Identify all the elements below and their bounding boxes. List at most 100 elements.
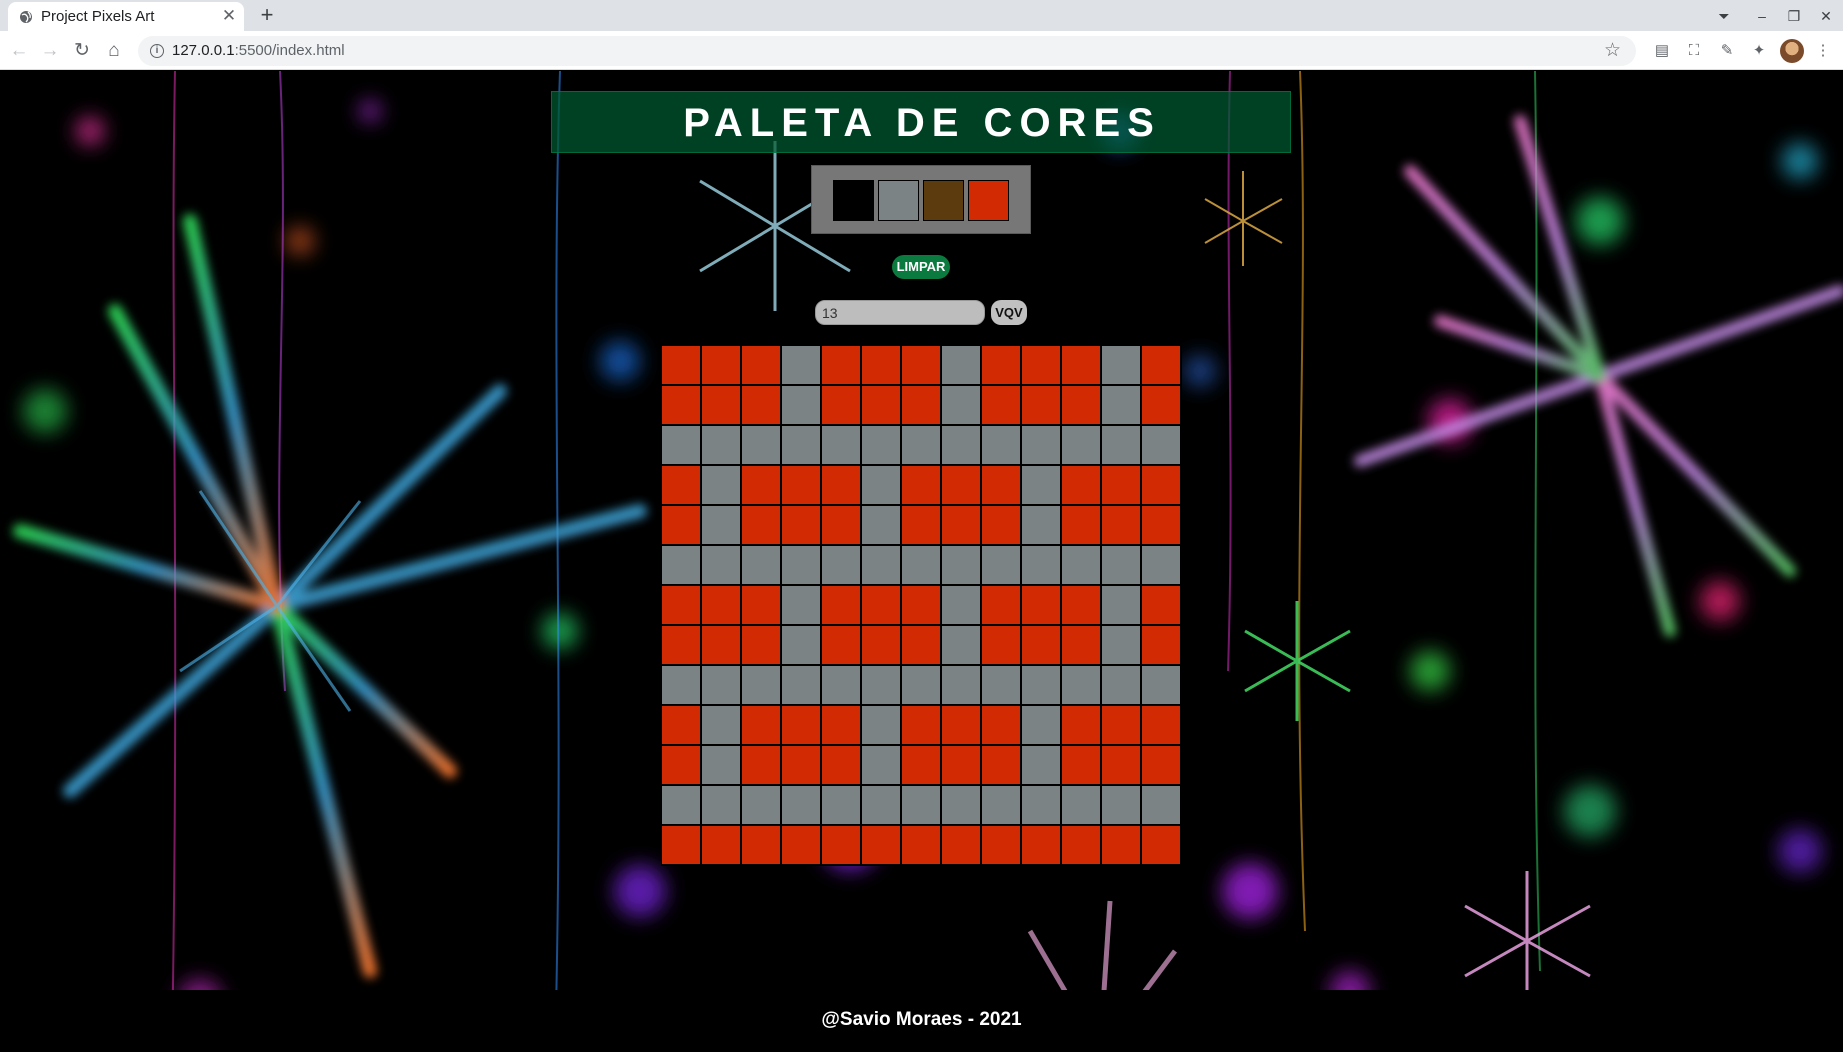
pixel[interactable] — [901, 465, 941, 505]
pixel[interactable] — [1141, 425, 1181, 465]
pixel[interactable] — [901, 625, 941, 665]
board-size-input[interactable] — [815, 300, 985, 325]
pixel[interactable] — [1021, 345, 1061, 385]
restore-icon[interactable]: ❐ — [1783, 5, 1805, 27]
pixel[interactable] — [1061, 825, 1101, 865]
pixel[interactable] — [781, 425, 821, 465]
pixel[interactable] — [1141, 745, 1181, 785]
pixel[interactable] — [741, 585, 781, 625]
pixel[interactable] — [861, 705, 901, 745]
pixel[interactable] — [1061, 585, 1101, 625]
pixel[interactable] — [821, 625, 861, 665]
pixel[interactable] — [781, 785, 821, 825]
pixel[interactable] — [941, 785, 981, 825]
minimize-icon[interactable]: – — [1751, 5, 1773, 27]
pixel[interactable] — [781, 745, 821, 785]
pixel[interactable] — [661, 545, 701, 585]
pixel[interactable] — [701, 505, 741, 545]
pixel[interactable] — [1101, 385, 1141, 425]
pixel[interactable] — [1061, 785, 1101, 825]
pixel[interactable] — [941, 385, 981, 425]
pixel[interactable] — [661, 425, 701, 465]
pixel[interactable] — [901, 665, 941, 705]
pixel[interactable] — [1101, 745, 1141, 785]
pixel[interactable] — [741, 705, 781, 745]
bookmark-star-icon[interactable]: ☆ — [1604, 39, 1621, 62]
pixel[interactable] — [861, 585, 901, 625]
pixel[interactable] — [1021, 785, 1061, 825]
pixel[interactable] — [901, 585, 941, 625]
address-bar[interactable]: i 127.0.0.1:5500/index.html ☆ — [138, 36, 1636, 66]
profile-avatar[interactable] — [1780, 39, 1804, 63]
pixel[interactable] — [701, 425, 741, 465]
pixel[interactable] — [901, 385, 941, 425]
pixel[interactable] — [741, 745, 781, 785]
pixel[interactable] — [1021, 585, 1061, 625]
pixel[interactable] — [941, 705, 981, 745]
pixel[interactable] — [701, 585, 741, 625]
tab-search-icon[interactable]: ⏷ — [1713, 5, 1735, 27]
browser-tab[interactable]: Project Pixels Art ✕ — [8, 2, 244, 31]
pixel[interactable] — [1141, 825, 1181, 865]
pixel[interactable] — [781, 705, 821, 745]
pixel[interactable] — [821, 745, 861, 785]
pixel[interactable] — [701, 665, 741, 705]
pixel[interactable] — [1101, 825, 1141, 865]
pixel[interactable] — [701, 385, 741, 425]
pixel[interactable] — [661, 625, 701, 665]
pixel[interactable] — [861, 505, 901, 545]
pixel[interactable] — [1061, 745, 1101, 785]
pixel[interactable] — [1061, 425, 1101, 465]
pixel[interactable] — [861, 545, 901, 585]
pixel[interactable] — [981, 625, 1021, 665]
pixel[interactable] — [861, 825, 901, 865]
pixel[interactable] — [821, 665, 861, 705]
pixel[interactable] — [821, 585, 861, 625]
pixel[interactable] — [941, 545, 981, 585]
pixel[interactable] — [821, 465, 861, 505]
close-window-icon[interactable]: ✕ — [1815, 5, 1837, 27]
pixel[interactable] — [1101, 505, 1141, 545]
pixel[interactable] — [861, 345, 901, 385]
pixel[interactable] — [701, 785, 741, 825]
pixel[interactable] — [981, 385, 1021, 425]
pixel[interactable] — [781, 825, 821, 865]
pixel[interactable] — [781, 545, 821, 585]
pixel[interactable] — [1141, 545, 1181, 585]
extension-pen-icon[interactable]: ✎ — [1716, 40, 1738, 62]
pixel[interactable] — [1021, 745, 1061, 785]
forward-icon[interactable]: → — [37, 38, 63, 64]
pixel[interactable] — [941, 665, 981, 705]
pixel[interactable] — [941, 465, 981, 505]
pixel[interactable] — [861, 465, 901, 505]
pixel[interactable] — [981, 785, 1021, 825]
pixel[interactable] — [1021, 425, 1061, 465]
pixel[interactable] — [861, 665, 901, 705]
pixel[interactable] — [1101, 345, 1141, 385]
pixel[interactable] — [1101, 545, 1141, 585]
info-icon[interactable]: i — [150, 44, 164, 58]
pixel[interactable] — [1021, 825, 1061, 865]
pixel[interactable] — [1141, 785, 1181, 825]
pixel[interactable] — [741, 505, 781, 545]
pixel[interactable] — [1061, 705, 1101, 745]
pixel[interactable] — [941, 825, 981, 865]
pixel[interactable] — [741, 665, 781, 705]
pixel[interactable] — [781, 665, 821, 705]
pixel[interactable] — [781, 505, 821, 545]
pixel[interactable] — [821, 385, 861, 425]
pixel[interactable] — [781, 625, 821, 665]
pixel[interactable] — [821, 345, 861, 385]
pixel[interactable] — [1061, 385, 1101, 425]
pixel[interactable] — [701, 345, 741, 385]
pixel[interactable] — [741, 425, 781, 465]
pixel[interactable] — [981, 465, 1021, 505]
pixel[interactable] — [941, 625, 981, 665]
pixel[interactable] — [821, 785, 861, 825]
pixel[interactable] — [981, 505, 1021, 545]
pixel[interactable] — [741, 465, 781, 505]
pixel[interactable] — [1021, 545, 1061, 585]
pixel[interactable] — [1141, 625, 1181, 665]
pixel[interactable] — [1021, 665, 1061, 705]
pixel[interactable] — [1101, 465, 1141, 505]
